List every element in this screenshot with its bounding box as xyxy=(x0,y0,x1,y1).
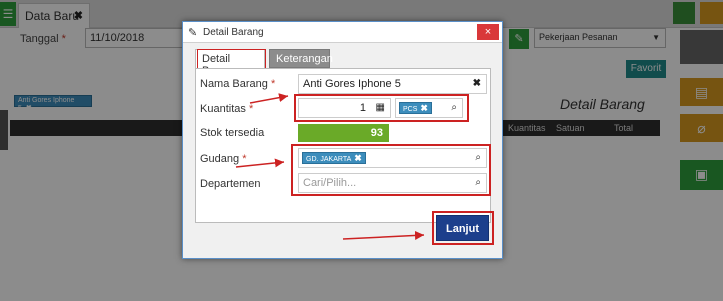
kuantitas-value: 1 xyxy=(359,102,366,114)
departemen-label: Departemen xyxy=(200,178,261,190)
tab-detail-barang[interactable]: Detail Barang xyxy=(195,49,265,77)
clear-icon[interactable]: ✖ xyxy=(473,78,481,89)
unit-chip-label: PCS xyxy=(403,106,418,113)
pencil-icon: ✎ xyxy=(188,27,198,39)
search-icon[interactable]: ⌕ xyxy=(475,152,481,163)
nama-barang-input[interactable]: Anti Gores Iphone 5 ✖ xyxy=(298,74,487,94)
dialog-titlebar: ✎ Detail Barang × xyxy=(183,22,502,43)
unit-chip[interactable]: PCS ✖ xyxy=(399,102,432,114)
detail-barang-dialog: ✎ Detail Barang × Detail Barang Keterang… xyxy=(182,21,503,259)
nama-barang-value: Anti Gores Iphone 5 xyxy=(303,78,401,90)
departemen-placeholder: Cari/Pilih... xyxy=(303,177,357,189)
tab-keterangan[interactable]: Keterangan xyxy=(269,49,333,68)
chip-remove-icon[interactable]: ✖ xyxy=(420,103,428,113)
kuantitas-label: Kuantitas * xyxy=(200,103,254,115)
close-button[interactable]: × xyxy=(477,24,499,40)
search-icon[interactable]: ⌕ xyxy=(451,102,457,113)
lanjut-button[interactable]: Lanjut xyxy=(436,215,489,241)
chip-remove-icon[interactable]: ✖ xyxy=(354,153,362,163)
gudang-chip[interactable]: GD. JAKARTA ✖ xyxy=(302,152,366,164)
nama-barang-label: Nama Barang * xyxy=(200,78,276,90)
stok-value: 93 xyxy=(298,124,389,142)
departemen-select[interactable]: Cari/Pilih... ⌕ xyxy=(298,173,487,193)
dialog-title: Detail Barang xyxy=(203,27,264,38)
search-icon[interactable]: ⌕ xyxy=(475,177,481,188)
grid-icon[interactable]: ▦ xyxy=(376,102,385,113)
gudang-chip-label: GD. JAKARTA xyxy=(306,156,352,163)
kuantitas-input[interactable]: 1 ▦ xyxy=(298,98,391,118)
stok-label: Stok tersedia xyxy=(200,127,265,139)
gudang-label: Gudang * xyxy=(200,153,247,165)
